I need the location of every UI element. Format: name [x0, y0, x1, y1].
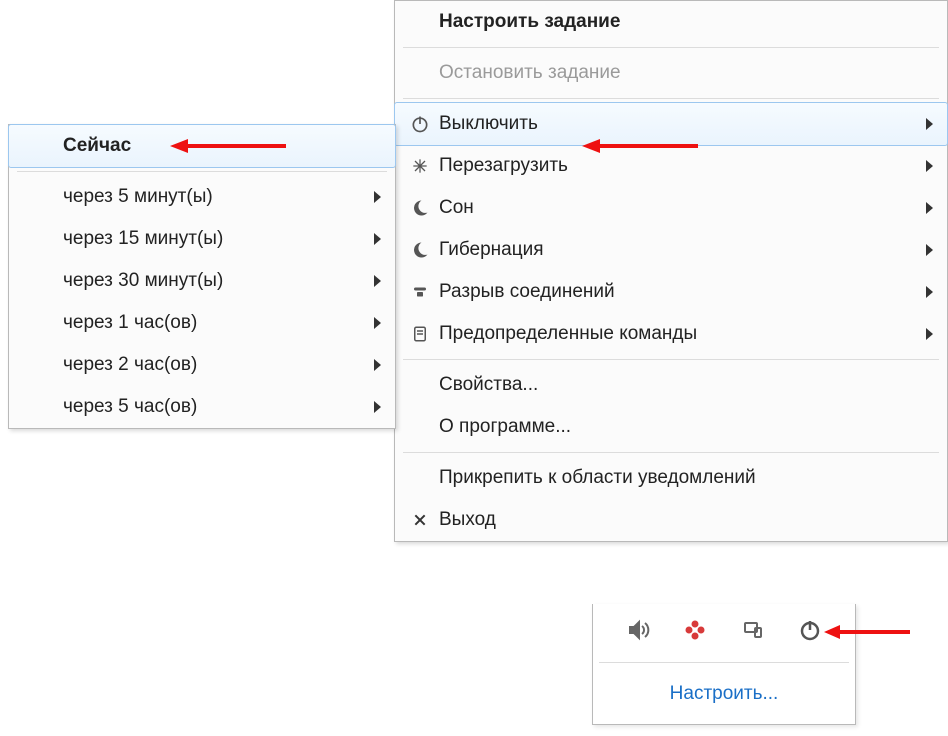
submenu-arrow-icon [363, 233, 381, 245]
separator [403, 47, 939, 48]
menu-item-hibernate[interactable]: Гибернация [395, 229, 947, 271]
menu-item-label: Гибернация [435, 239, 915, 261]
menu-item-label: Сон [435, 197, 915, 219]
link-label: Настроить... [670, 683, 779, 705]
phone-icon [405, 283, 435, 301]
menu-item-label: Выключить [435, 113, 915, 135]
submenu-item-15min[interactable]: через 15 минут(ы) [9, 218, 395, 260]
power-icon [405, 114, 435, 134]
moon-icon [405, 199, 435, 217]
close-icon [405, 512, 435, 528]
menu-item-configure-task[interactable]: Настроить задание [395, 1, 947, 43]
separator [403, 359, 939, 360]
menu-item-label: через 5 минут(ы) [59, 186, 363, 208]
submenu-item-2h[interactable]: через 2 час(ов) [9, 344, 395, 386]
separator [17, 171, 387, 172]
submenu-item-1h[interactable]: через 1 час(ов) [9, 302, 395, 344]
separator [403, 98, 939, 99]
menu-item-label: Прикрепить к области уведомлений [435, 467, 915, 489]
menu-item-label: Остановить задание [435, 62, 915, 84]
tray-customize-link[interactable]: Настроить... [593, 663, 855, 724]
menu-item-shutdown[interactable]: Выключить [394, 102, 948, 146]
menu-item-label: Разрыв соединений [435, 281, 915, 303]
menu-item-exit[interactable]: Выход [395, 499, 947, 541]
submenu-item-5min[interactable]: через 5 минут(ы) [9, 176, 395, 218]
menu-item-label: через 5 час(ов) [59, 396, 363, 418]
submenu-arrow-icon [915, 118, 933, 130]
submenu-arrow-icon [915, 202, 933, 214]
menu-item-pin[interactable]: Прикрепить к области уведомлений [395, 457, 947, 499]
menu-item-stop-task: Остановить задание [395, 52, 947, 94]
context-menu: Настроить задание Остановить задание Вык… [394, 0, 948, 542]
submenu-arrow-icon [915, 244, 933, 256]
tray-popup: Настроить... [592, 604, 856, 725]
submenu-time-delay: Сейчас через 5 минут(ы) через 15 минут(ы… [8, 124, 396, 429]
menu-item-label: Выход [435, 509, 915, 531]
menu-item-about[interactable]: О программе... [395, 406, 947, 448]
menu-item-predefined[interactable]: Предопределенные команды [395, 313, 947, 355]
submenu-arrow-icon [363, 401, 381, 413]
volume-icon[interactable] [626, 618, 650, 648]
menu-item-label: Сейчас [59, 135, 363, 157]
menu-item-label: через 15 минут(ы) [59, 228, 363, 250]
submenu-arrow-icon [915, 286, 933, 298]
menu-item-disconnect[interactable]: Разрыв соединений [395, 271, 947, 313]
submenu-arrow-icon [363, 359, 381, 371]
submenu-arrow-icon [363, 191, 381, 203]
script-icon [405, 325, 435, 343]
submenu-arrow-icon [915, 328, 933, 340]
menu-item-restart[interactable]: Перезагрузить [395, 145, 947, 187]
separator [403, 452, 939, 453]
menu-item-sleep[interactable]: Сон [395, 187, 947, 229]
menu-item-properties[interactable]: Свойства... [395, 364, 947, 406]
power-tray-icon[interactable] [798, 618, 822, 648]
menu-item-label: Настроить задание [435, 11, 915, 33]
tray-icons-row [593, 604, 855, 662]
restart-icon [405, 156, 435, 176]
submenu-item-30min[interactable]: через 30 минут(ы) [9, 260, 395, 302]
menu-item-label: через 30 минут(ы) [59, 270, 363, 292]
submenu-item-now[interactable]: Сейчас [8, 124, 396, 168]
submenu-arrow-icon [915, 160, 933, 172]
menu-item-label: через 1 час(ов) [59, 312, 363, 334]
submenu-arrow-icon [363, 317, 381, 329]
menu-item-label: через 2 час(ов) [59, 354, 363, 376]
moon-icon [405, 241, 435, 259]
device-icon[interactable] [741, 618, 765, 648]
menu-item-label: О программе... [435, 416, 915, 438]
menu-item-label: Перезагрузить [435, 155, 915, 177]
menu-item-label: Предопределенные команды [435, 323, 915, 345]
submenu-arrow-icon [363, 275, 381, 287]
flower-icon[interactable] [683, 618, 707, 648]
submenu-item-5h[interactable]: через 5 час(ов) [9, 386, 395, 428]
menu-item-label: Свойства... [435, 374, 915, 396]
